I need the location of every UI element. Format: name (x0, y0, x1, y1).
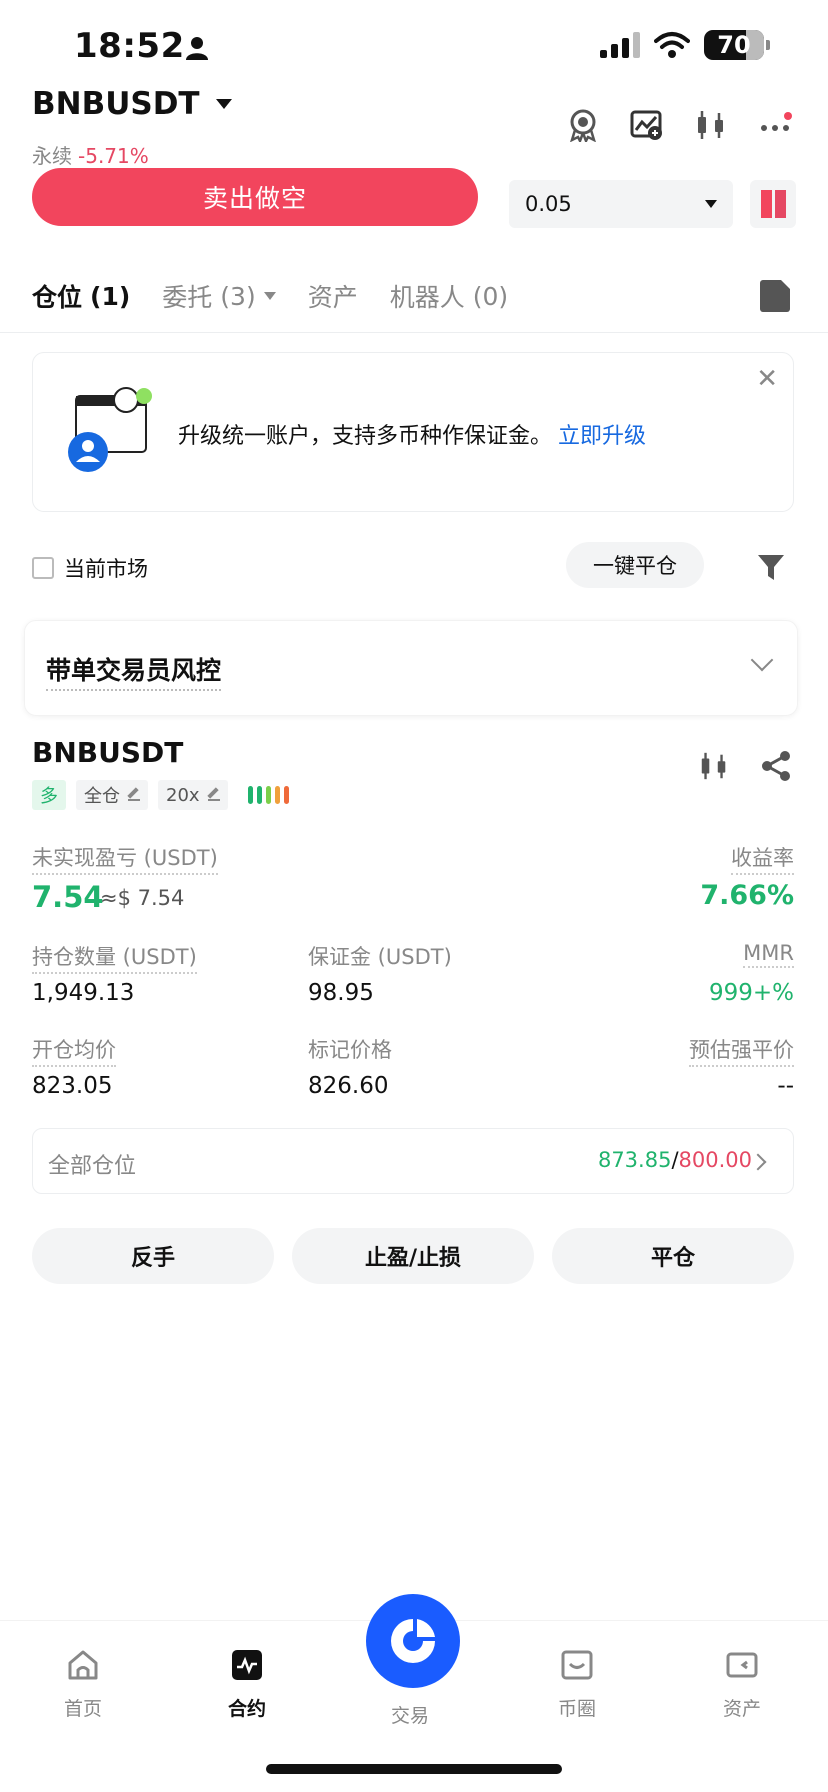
current-market-filter[interactable]: 当前市场 (32, 553, 148, 583)
current-market-label: 当前市场 (64, 557, 148, 581)
candlestick-icon[interactable] (694, 108, 728, 142)
entry-price-value: 823.05 (32, 1073, 113, 1099)
tp-sl-values: 873.85/800.00 (597, 1148, 752, 1172)
caret-down-icon (705, 200, 717, 208)
wallet-icon (726, 1652, 758, 1678)
roe-value: 7.66% (700, 880, 794, 911)
unrealized-pnl-value: 7.54 (32, 880, 104, 914)
mmr-label: MMR (743, 941, 794, 968)
filter-icon[interactable] (756, 552, 786, 582)
tab-positions[interactable]: 仓位 (1) (32, 278, 130, 314)
current-market-checkbox[interactable] (32, 557, 54, 579)
trade-icon (391, 1619, 435, 1663)
signal-icon (600, 32, 640, 58)
futures-icon (232, 1650, 262, 1680)
mmr-value: 999+% (708, 980, 794, 1006)
candlestick-icon[interactable] (698, 750, 730, 782)
banner-message: 升级统一账户，支持多币种作保证金。 立即升级 (178, 424, 647, 449)
mark-price-label: 标记价格 (308, 1038, 392, 1062)
stop-loss-value: 800.00 (678, 1148, 752, 1172)
more-icon[interactable] (758, 108, 792, 142)
position-symbol[interactable]: BNBUSDT (32, 736, 183, 769)
margin-mode-tag[interactable]: 全仓 (76, 780, 148, 810)
close-position-button[interactable]: 平仓 (552, 1228, 794, 1284)
unrealized-pnl-usd: ≈$ 7.54 (100, 886, 185, 910)
status-time: 18:52 (74, 26, 185, 66)
orderbook-layout-button[interactable] (750, 180, 796, 228)
risk-section-title: 带单交易员风控 (46, 651, 222, 691)
unrealized-pnl-label: 未实现盈亏 (USDT) (32, 842, 218, 875)
share-icon[interactable] (760, 750, 792, 782)
liquidation-price-value: -- (777, 1073, 794, 1099)
all-positions-label: 全部仓位 (48, 1154, 137, 1179)
award-icon[interactable] (566, 108, 600, 142)
contract-info: 永续 -5.71% (32, 140, 149, 169)
liquidation-price-label: 预估强平价 (689, 1034, 794, 1067)
quantity-value: 0.05 (525, 192, 572, 216)
person-icon (186, 37, 208, 60)
nav-assets[interactable]: 资产 (697, 1648, 787, 1721)
square-icon (561, 1650, 593, 1680)
nav-futures[interactable]: 合约 (202, 1648, 292, 1721)
margin-value: 98.95 (308, 980, 374, 1006)
take-profit-value: 873.85 (597, 1148, 672, 1172)
caret-down-icon (215, 99, 232, 109)
entry-price-label: 开仓均价 (32, 1034, 116, 1067)
symbol-name: BNBUSDT (32, 86, 200, 122)
reverse-position-button[interactable]: 反手 (32, 1228, 274, 1284)
change-percent: -5.71% (78, 144, 149, 168)
tab-bots[interactable]: 机器人 (0) (390, 278, 508, 314)
position-size-label: 持仓数量 (USDT) (32, 941, 197, 974)
home-indicator (266, 1764, 562, 1774)
tab-orders[interactable]: 委托 (3) (162, 278, 276, 314)
position-tabs: 仓位 (1) 委托 (3) 资产 机器人 (0) (32, 278, 508, 314)
sell-short-button[interactable]: 卖出做空 (32, 168, 478, 226)
battery-indicator: 70 (704, 30, 770, 60)
edit-icon (128, 789, 140, 801)
tab-assets[interactable]: 资产 (308, 278, 358, 314)
mark-price-value: 826.60 (308, 1073, 389, 1099)
header-toolbar (566, 108, 792, 142)
nav-trade-label: 交易 (391, 1705, 430, 1727)
home-icon (68, 1650, 98, 1680)
nav-home[interactable]: 首页 (38, 1648, 128, 1721)
contract-type: 永续 (32, 144, 72, 168)
symbol-selector[interactable]: BNBUSDT (32, 86, 232, 122)
tp-sl-button[interactable]: 止盈/止损 (292, 1228, 534, 1284)
close-icon[interactable]: ✕ (756, 364, 778, 394)
roe-label: 收益率 (731, 842, 794, 875)
risk-level-icon (247, 786, 289, 804)
quantity-select[interactable]: 0.05 (509, 180, 733, 228)
edit-icon (207, 789, 220, 801)
position-toolbar (698, 750, 792, 782)
divider (0, 332, 828, 333)
side-badge: 多 (32, 780, 66, 810)
position-tags: 多 全仓 20x (32, 780, 289, 810)
caret-down-icon (263, 292, 276, 300)
wifi-icon (654, 32, 690, 58)
status-indicators: 70 (600, 30, 770, 60)
margin-label: 保证金 (USDT) (308, 945, 452, 969)
close-all-button[interactable]: 一键平仓 (566, 542, 704, 588)
position-size-value: 1,949.13 (32, 980, 135, 1006)
nav-square[interactable]: 币圈 (532, 1648, 622, 1721)
upgrade-now-link[interactable]: 立即升级 (558, 424, 646, 449)
history-document-icon[interactable] (760, 280, 790, 312)
unified-account-icon (68, 387, 152, 472)
nav-trade[interactable] (366, 1594, 460, 1688)
chart-alert-icon[interactable] (630, 108, 664, 142)
leverage-tag[interactable]: 20x (158, 780, 228, 810)
